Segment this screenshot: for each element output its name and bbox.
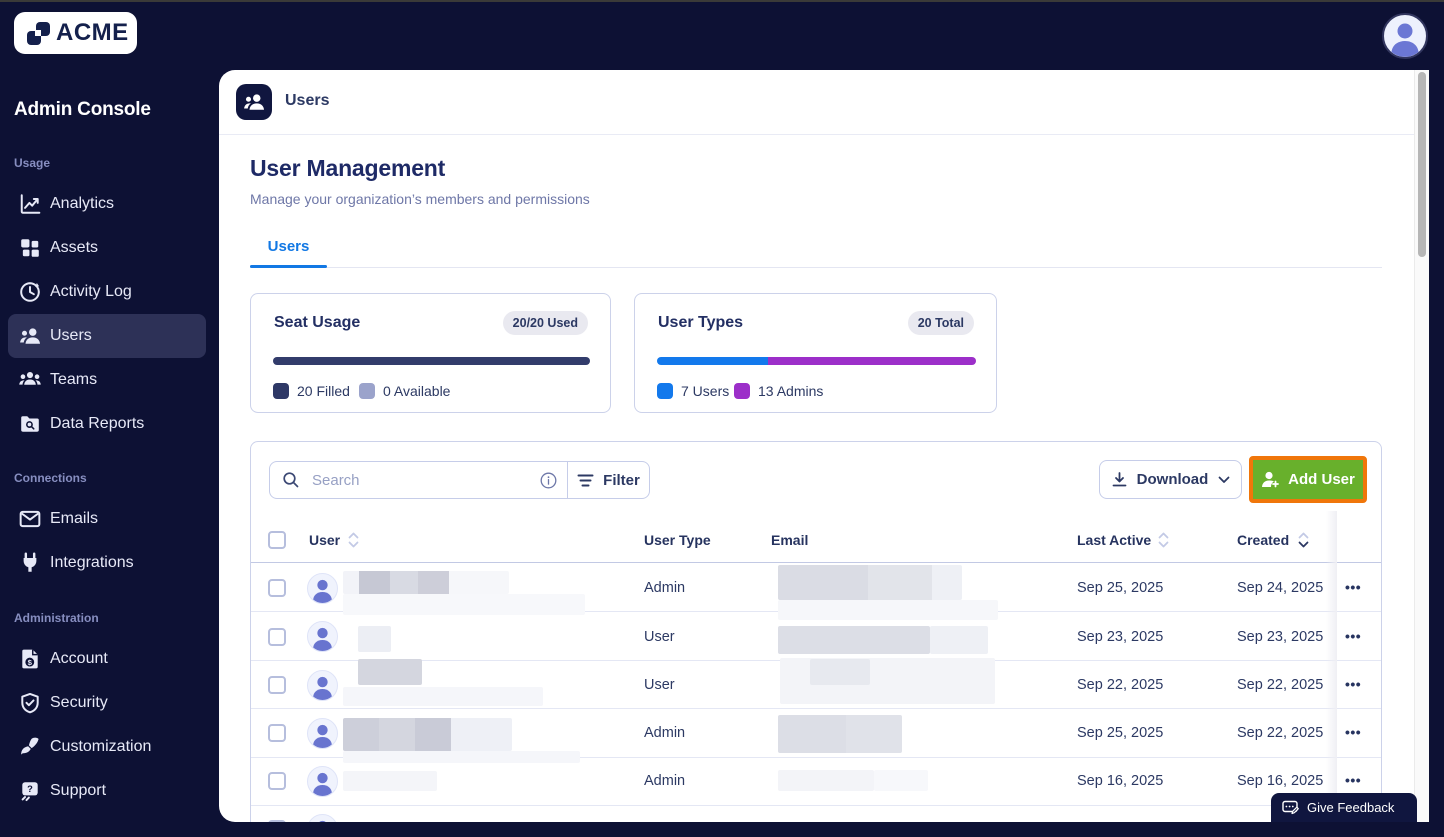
svg-text:$: $ <box>28 658 33 667</box>
svg-text:?: ? <box>27 784 33 794</box>
